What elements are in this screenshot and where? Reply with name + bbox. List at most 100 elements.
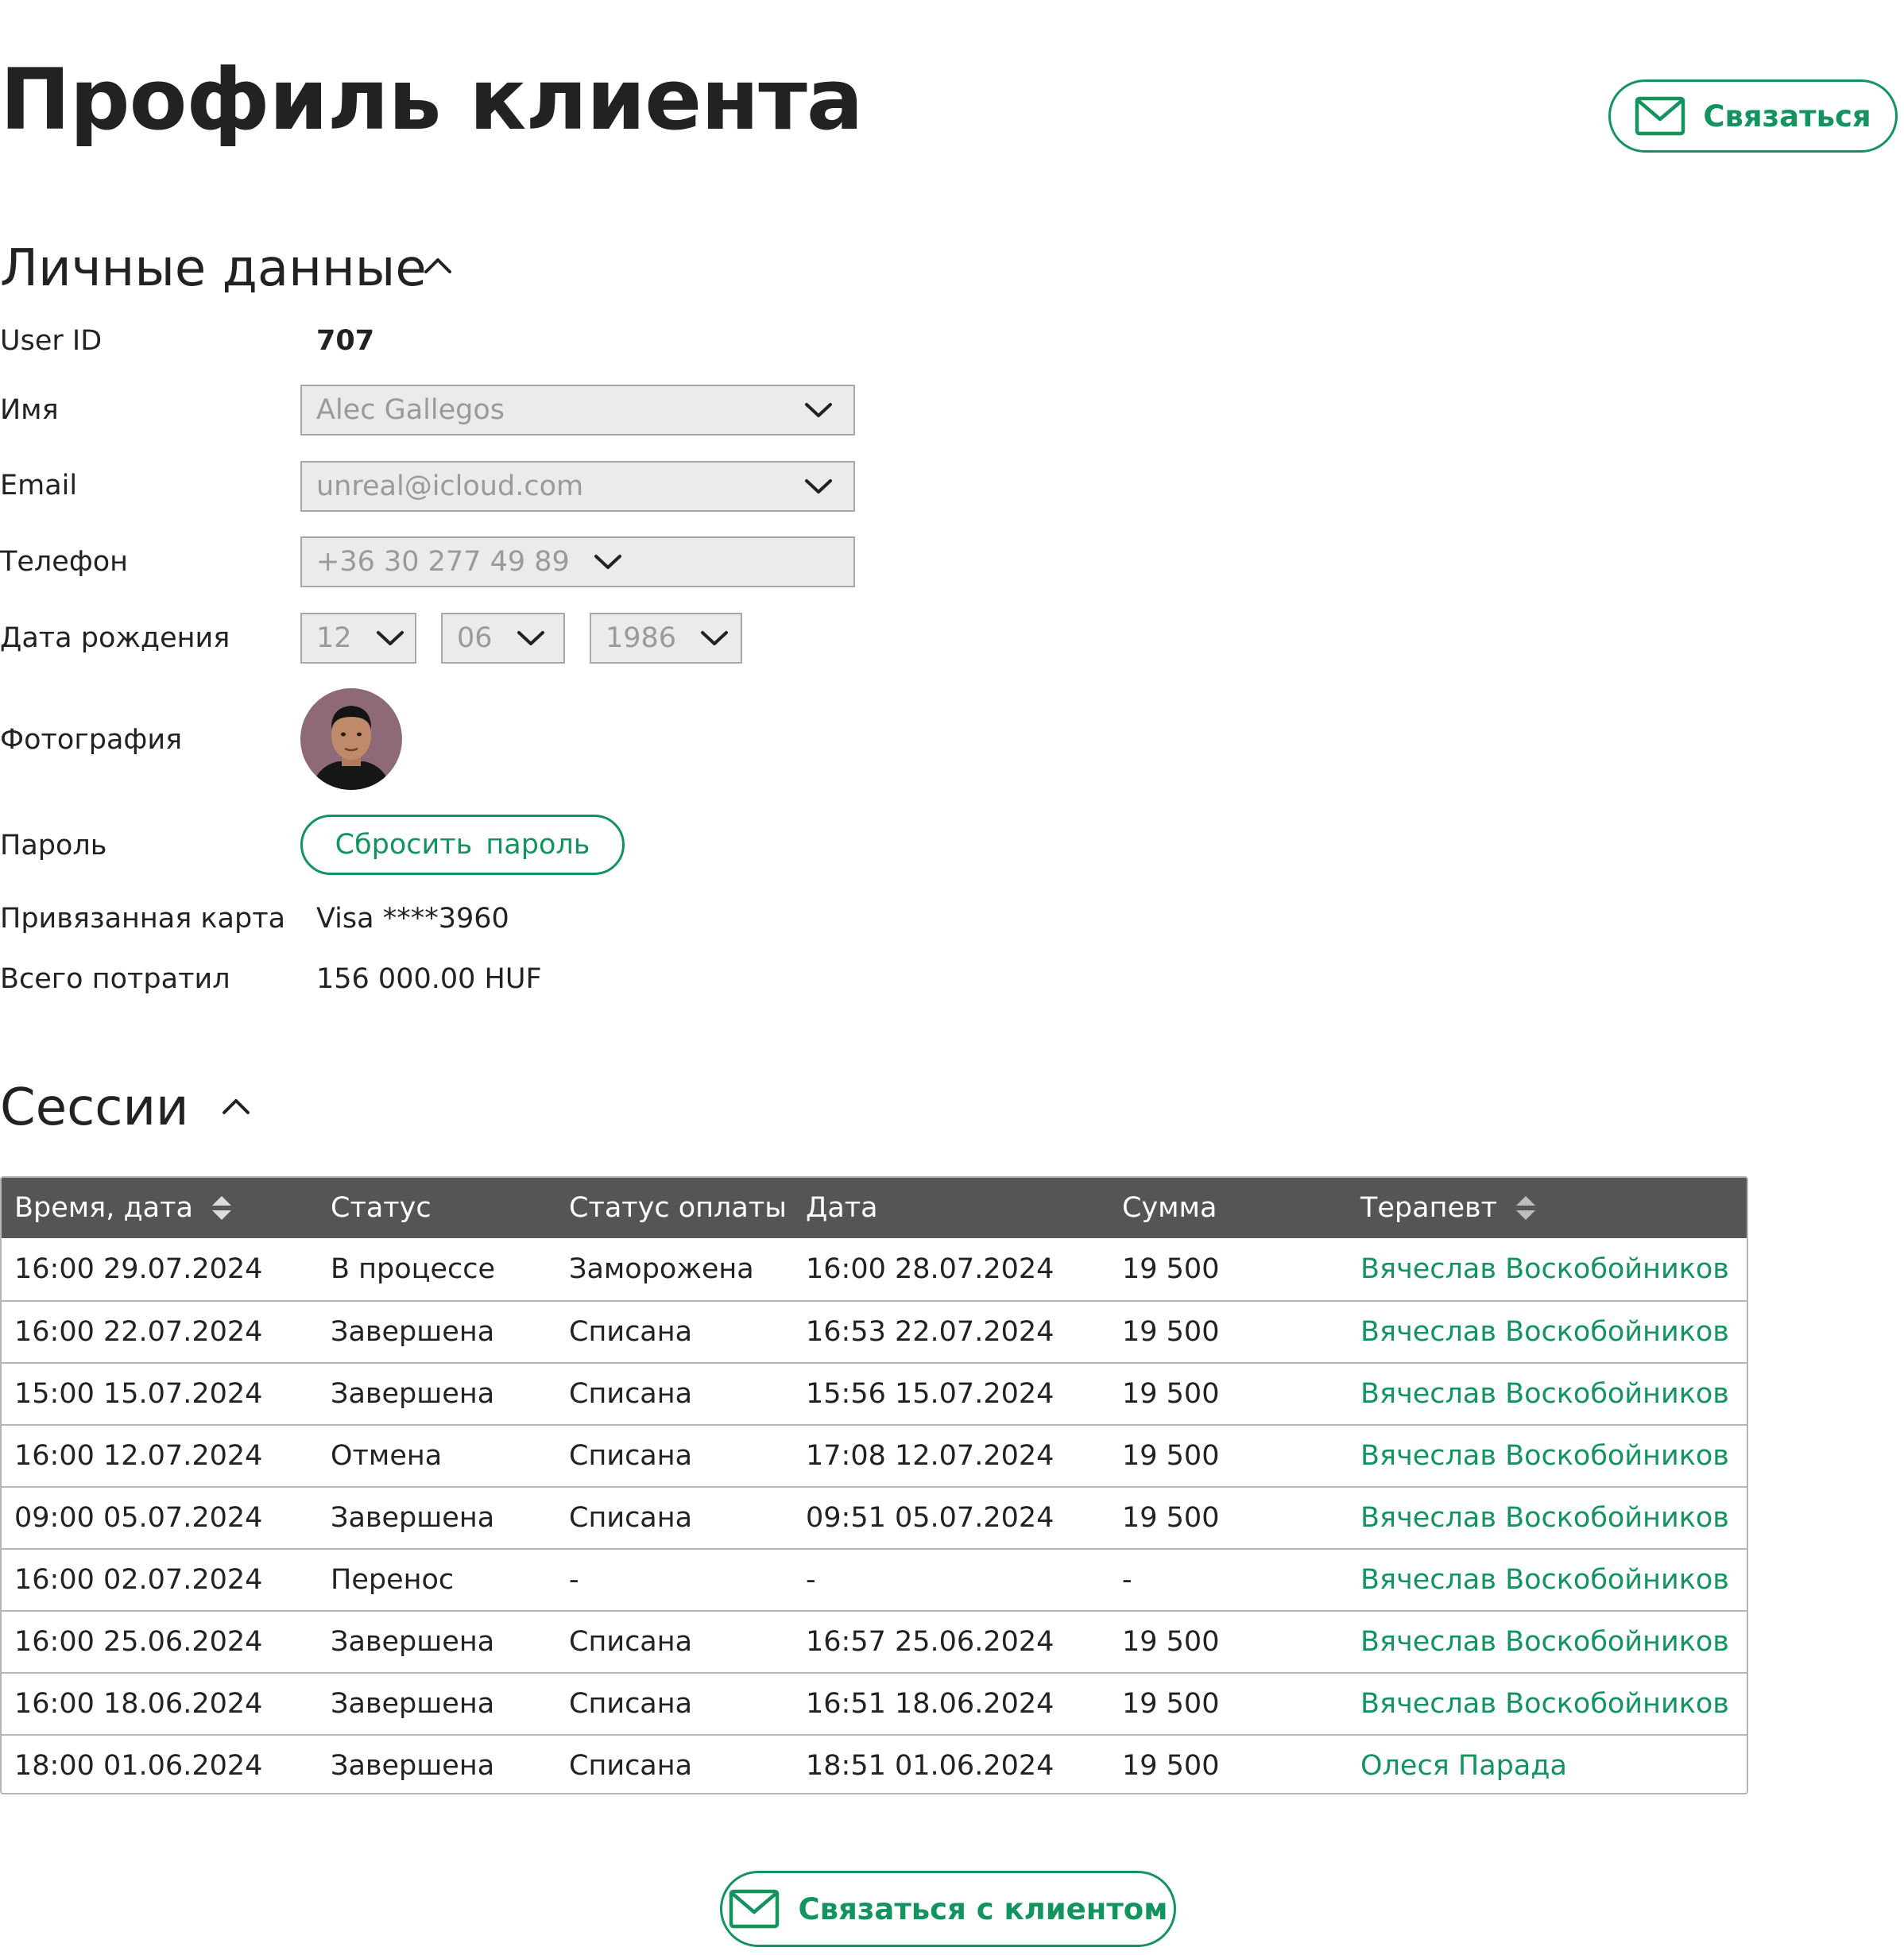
card-value: Visa ****3960 [316,903,509,935]
column-header-therapist[interactable]: Терапевт [1360,1178,1537,1238]
table-row[interactable]: 16:00 25.06.2024 Завершена Списана 16:57 25… [2,1610,1747,1672]
cell-date: 16:51 18.06.2024 [806,1688,1055,1720]
column-header-status: Статус [331,1192,431,1224]
therapist-link[interactable]: Вячеслав Воскобойников [1360,1550,1729,1610]
cell-payment-status: Списана [569,1750,693,1782]
sessions-section-title: Сессии [0,1082,189,1133]
email-label: Email [0,470,78,501]
table-row[interactable]: 16:00 12.07.2024 Отмена Списана 17:08 12.07… [2,1424,1747,1486]
column-header-time[interactable]: Время, дата [14,1178,233,1238]
sort-icon[interactable] [211,1194,233,1222]
sessions-section-title-text: Сессии [0,1078,189,1137]
cell-status: Завершена [331,1502,495,1534]
collapse-personal-chevron-up-icon[interactable] [423,256,453,275]
therapist-link[interactable]: Вячеслав Воскобойников [1360,1426,1729,1486]
cell-payment-status: Заморожена [569,1253,754,1285]
birth-date-label: Дата рождения [0,622,230,654]
birth-year-select[interactable]: 1986 [590,613,742,664]
cell-date: 16:53 22.07.2024 [806,1316,1055,1348]
table-row[interactable]: 09:00 05.07.2024 Завершена Списана 09:51 05… [2,1486,1747,1548]
cell-status: Завершена [331,1316,495,1348]
cell-sum: 19 500 [1122,1502,1220,1534]
column-header-therapist-label: Терапевт [1360,1192,1498,1224]
chevron-down-icon [517,629,545,647]
cell-status: Отмена [331,1440,443,1472]
chevron-down-icon [804,401,833,419]
cell-status: Завершена [331,1378,495,1410]
user-id-label: User ID [0,325,103,357]
photo-label: Фотография [0,724,183,756]
cell-time: 16:00 25.06.2024 [14,1626,263,1658]
sort-icon[interactable] [1515,1194,1537,1222]
avatar[interactable] [300,688,402,790]
cell-payment-status: Списана [569,1626,693,1658]
cell-date: 17:08 12.07.2024 [806,1440,1055,1472]
total-spent-label: Всего потратил [0,963,230,995]
table-row[interactable]: 15:00 15.07.2024 Завершена Списана 15:56 15… [2,1362,1747,1424]
column-header-time-label: Время, дата [14,1192,193,1224]
name-select-value: Alec Gallegos [316,394,505,426]
card-label: Привязанная карта [0,903,286,935]
cell-date: 15:56 15.07.2024 [806,1378,1055,1410]
contact-client-button-label: Связаться с клиентом [798,1891,1168,1926]
collapse-sessions-chevron-up-icon[interactable] [221,1097,251,1116]
birth-day-value: 12 [316,622,352,654]
therapist-link[interactable]: Вячеслав Воскобойников [1360,1674,1729,1734]
phone-select-value: +36 30 277 49 89 [316,546,570,578]
cell-sum: - [1122,1564,1132,1596]
therapist-link[interactable]: Вячеслав Воскобойников [1360,1364,1729,1424]
page-title: Профиль клиента [0,51,863,149]
email-select[interactable]: unreal@icloud.com [300,461,855,512]
sessions-table: Время, дата Статус Статус оплаты Дата Су… [0,1176,1748,1794]
chevron-down-icon [804,478,833,495]
contact-client-button[interactable]: Связаться с клиентом [720,1871,1176,1947]
cell-status: В процессе [331,1253,496,1285]
table-row[interactable]: 16:00 18.06.2024 Завершена Списана 16:51 18… [2,1672,1747,1734]
contact-button[interactable]: Связаться [1608,79,1898,153]
table-row[interactable]: 16:00 22.07.2024 Завершена Списана 16:53 22… [2,1300,1747,1362]
birth-month-value: 06 [457,622,493,654]
name-select[interactable]: Alec Gallegos [300,385,855,436]
table-row[interactable]: 16:00 29.07.2024 В процессе Заморожена 16:0… [2,1238,1747,1300]
cell-status: Завершена [331,1750,495,1782]
phone-select[interactable]: +36 30 277 49 89 [300,536,855,587]
cell-time: 15:00 15.07.2024 [14,1378,263,1410]
personal-section-title: Личные данные [0,243,427,294]
table-header: Время, дата Статус Статус оплаты Дата Су… [2,1178,1747,1238]
contact-button-label: Связаться [1703,99,1871,134]
cell-time: 16:00 18.06.2024 [14,1688,263,1720]
chevron-down-icon [376,629,404,647]
birth-month-select[interactable]: 06 [441,613,565,664]
password-label: Пароль [0,830,107,861]
therapist-link[interactable]: Вячеслав Воскобойников [1360,1238,1729,1300]
mail-icon [729,1889,780,1929]
cell-payment-status: - [569,1564,579,1596]
cell-time: 16:00 29.07.2024 [14,1253,263,1285]
table-row[interactable]: 18:00 01.06.2024 Завершена Списана 18:51 01… [2,1734,1747,1793]
cell-payment-status: Списана [569,1502,693,1534]
cell-time: 16:00 12.07.2024 [14,1440,263,1472]
cell-sum: 19 500 [1122,1688,1220,1720]
therapist-link[interactable]: Олеся Парада [1360,1736,1567,1793]
cell-date: 09:51 05.07.2024 [806,1502,1055,1534]
email-select-value: unreal@icloud.com [316,470,584,502]
cell-date: 16:57 25.06.2024 [806,1626,1055,1658]
reset-password-button-label: Сбросить пароль [335,829,590,861]
therapist-link[interactable]: Вячеслав Воскобойников [1360,1488,1729,1548]
cell-time: 09:00 05.07.2024 [14,1502,263,1534]
birth-day-select[interactable]: 12 [300,613,416,664]
phone-label: Телефон [0,546,129,578]
name-label: Имя [0,394,59,426]
table-row[interactable]: 16:00 02.07.2024 Перенос - - - Вячеслав Воско… [2,1548,1747,1610]
cell-sum: 19 500 [1122,1626,1220,1658]
cell-time: 16:00 02.07.2024 [14,1564,263,1596]
therapist-link[interactable]: Вячеслав Воскобойников [1360,1302,1729,1362]
personal-section-title-text: Личные данные [0,239,427,298]
table-body: 16:00 29.07.2024 В процессе Заморожена 16:0… [2,1238,1747,1793]
cell-date: - [806,1564,816,1596]
cell-date: 18:51 01.06.2024 [806,1750,1055,1782]
reset-password-button[interactable]: Сбросить пароль [300,815,625,875]
cell-time: 16:00 22.07.2024 [14,1316,263,1348]
cell-sum: 19 500 [1122,1750,1220,1782]
therapist-link[interactable]: Вячеслав Воскобойников [1360,1612,1729,1672]
